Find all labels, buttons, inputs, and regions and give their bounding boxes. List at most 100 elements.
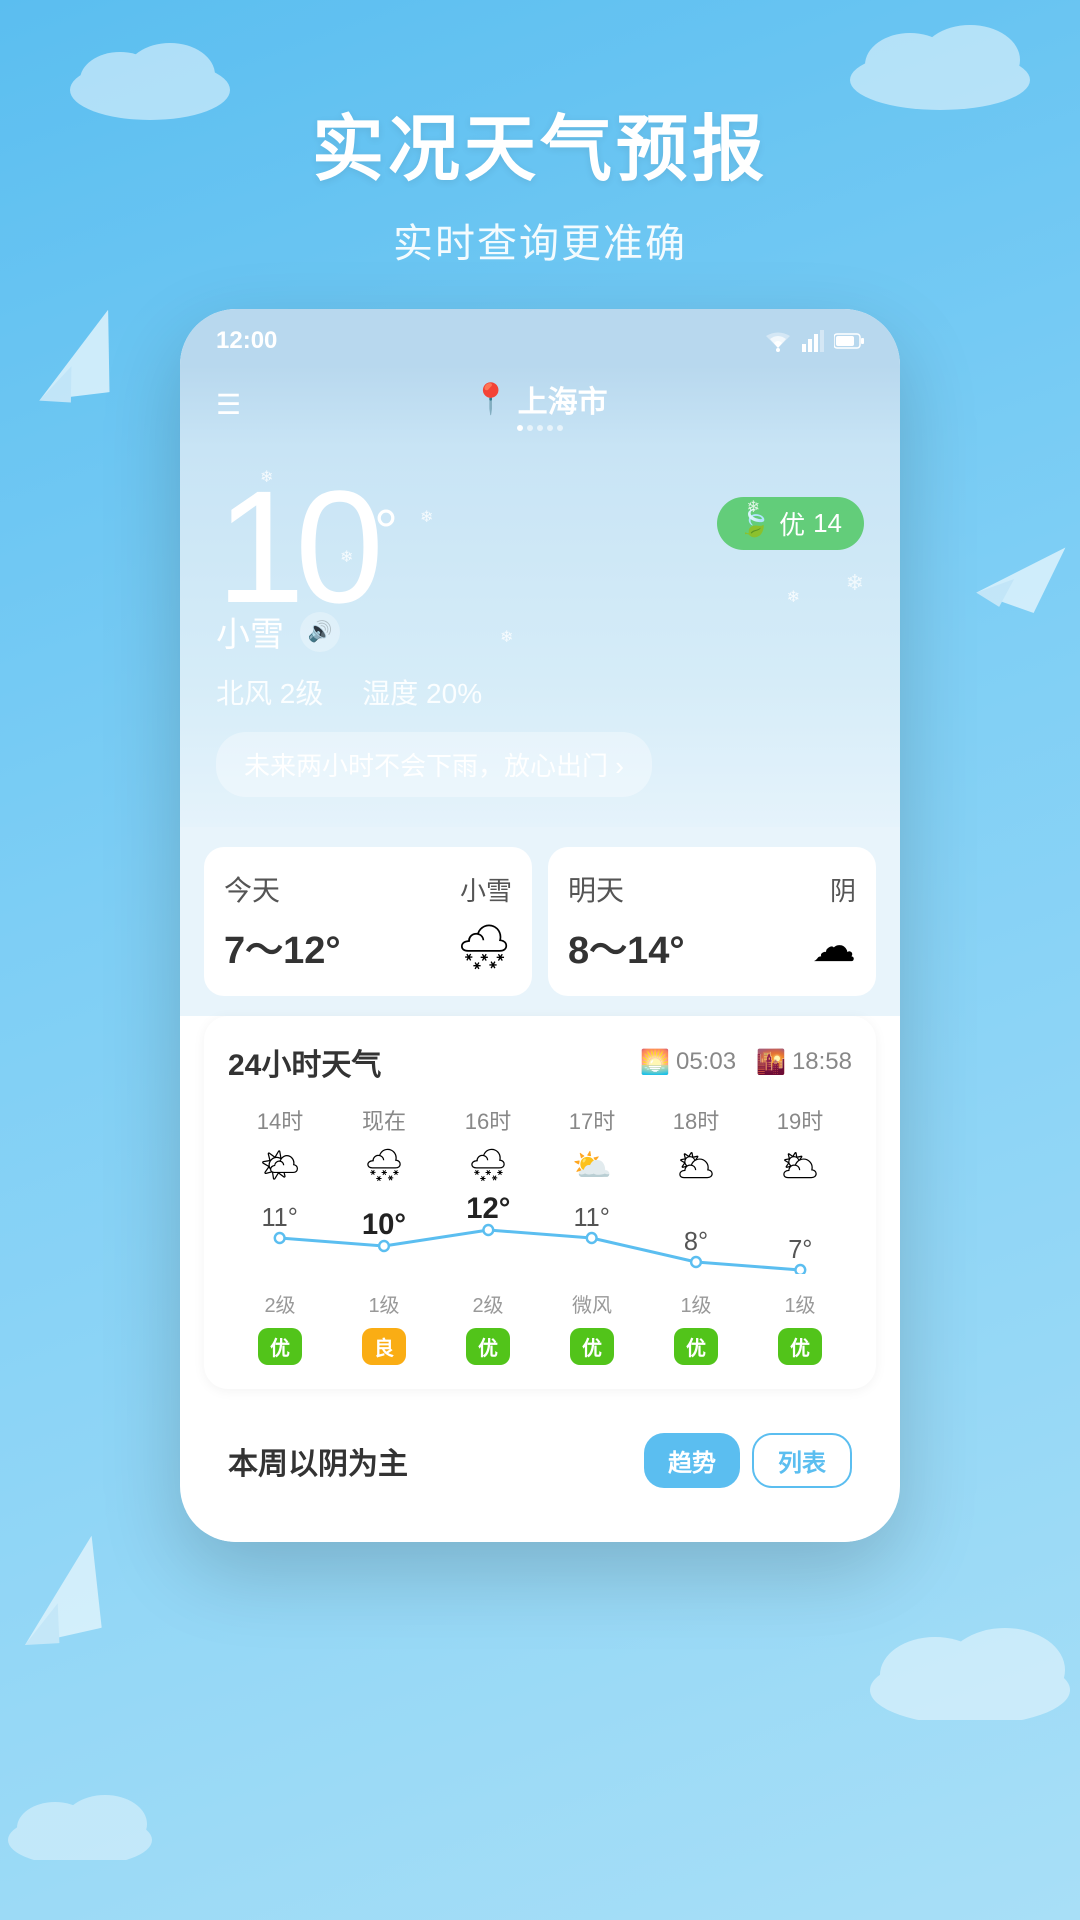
aqi-3: 优 bbox=[570, 1328, 614, 1365]
hour-icon-2: 🌨 bbox=[468, 1146, 509, 1184]
hour-col-0: 14时 🌤 bbox=[228, 1104, 332, 1184]
wifi-icon bbox=[764, 330, 792, 352]
hour-col-3: 17时 ⛅ bbox=[540, 1104, 644, 1184]
forecast-banner[interactable]: 未来两小时不会下雨，放心出门 › bbox=[216, 732, 652, 797]
fc-tomorrow-temp: 8～14° bbox=[568, 919, 685, 974]
aqi-label: 优 bbox=[779, 505, 805, 542]
wind-2: 2级 bbox=[472, 1289, 503, 1318]
week-section: 本周以阴为主 趋势 列表 bbox=[204, 1409, 876, 1512]
week-buttons: 趋势 列表 bbox=[644, 1433, 852, 1488]
wind-5: 1级 bbox=[784, 1289, 815, 1318]
app-header: ☰ 📍 上海市 bbox=[180, 365, 900, 447]
wind-col-1: 1级 良 bbox=[332, 1289, 436, 1365]
sunrise-time: 05:03 bbox=[676, 1048, 736, 1076]
hourly-grid: 14时 🌤 现在 🌨 16时 🌨 17时 ⛅ 18时 🌥 19时 🌥 bbox=[228, 1104, 852, 1184]
wind-4: 1级 bbox=[680, 1289, 711, 1318]
list-button[interactable]: 列表 bbox=[752, 1433, 852, 1488]
snowflake-2: ❄ bbox=[420, 507, 433, 527]
cloud-bottom-left bbox=[0, 1780, 160, 1860]
hour-icon-0: 🌤 bbox=[260, 1146, 301, 1184]
cloud-bottom-right bbox=[860, 1610, 1080, 1720]
svg-text:11°: 11° bbox=[573, 1204, 609, 1232]
weather-main: ❄ ❄ ❄ ❄ ❄ ❄ 10 ° 🍃 优 14 ❄ 小雪 🔊 北 bbox=[180, 447, 900, 827]
hour-label-1: 现在 bbox=[362, 1104, 406, 1136]
sunrise-icon: 🌅 bbox=[640, 1048, 670, 1077]
hour-label-2: 16时 bbox=[465, 1104, 511, 1136]
sunset-item: 🌇 18:58 bbox=[756, 1048, 852, 1077]
fc-tomorrow-label: 明天 bbox=[568, 869, 624, 909]
hour-icon-5: 🌥 bbox=[780, 1146, 821, 1184]
forecast-card-tomorrow: 明天 阴 8～14° ☁ bbox=[548, 847, 876, 996]
weather-desc-row: 小雪 🔊 bbox=[216, 607, 864, 656]
menu-icon[interactable]: ☰ bbox=[216, 388, 241, 421]
headline-sub: 实时查询更准确 bbox=[0, 211, 1080, 269]
sunset-icon: 🌇 bbox=[756, 1048, 786, 1077]
hour-icon-4: 🌥 bbox=[676, 1146, 717, 1184]
degree-symbol: ° bbox=[374, 497, 398, 566]
forecast-row: 今天 小雪 7～12° 🌨 明天 阴 8～14° ☁ bbox=[180, 827, 900, 1016]
snowflake-6: ❄ bbox=[747, 497, 760, 517]
week-header: 本周以阴为主 趋势 列表 bbox=[228, 1433, 852, 1488]
phone-mockup: 12:00 ☰ bbox=[180, 309, 900, 1542]
temp-row: 10 ° 🍃 优 14 ❄ bbox=[216, 467, 864, 627]
hour-col-5: 19时 🌥 bbox=[748, 1104, 852, 1184]
cloud-top-right bbox=[840, 10, 1040, 110]
snowflake-1: ❄ bbox=[260, 467, 273, 487]
hour-icon-1: 🌨 bbox=[364, 1146, 405, 1184]
aqi-area: 🍃 优 14 ❄ bbox=[717, 467, 864, 576]
temp-chart: 11° 10° 12° 11° 8° 7° bbox=[228, 1194, 852, 1274]
status-icons bbox=[764, 330, 864, 352]
location-label: 📍 上海市 bbox=[472, 377, 607, 421]
fc-today-label: 今天 bbox=[224, 869, 280, 909]
snowflake-5: ❄ bbox=[500, 627, 513, 647]
wind-col-0: 2级 优 bbox=[228, 1289, 332, 1365]
aqi-4: 优 bbox=[674, 1328, 718, 1365]
paper-plane-right bbox=[975, 534, 1066, 617]
sound-icon[interactable]: 🔊 bbox=[300, 612, 340, 652]
trend-button[interactable]: 趋势 bbox=[644, 1433, 740, 1488]
fc-tomorrow-icon: ☁ bbox=[812, 921, 856, 972]
dot-3 bbox=[537, 425, 543, 431]
phone-bottom bbox=[180, 1512, 900, 1542]
location-pin-icon: 📍 bbox=[472, 382, 509, 417]
dot-5 bbox=[557, 425, 563, 431]
fc-today-weather: 小雪 bbox=[460, 871, 512, 908]
fc-today-bottom: 7～12° 🌨 bbox=[224, 919, 512, 974]
hour-label-5: 19时 bbox=[777, 1104, 823, 1136]
wind-3: 微风 bbox=[572, 1289, 612, 1318]
fc-today-top: 今天 小雪 bbox=[224, 869, 512, 909]
paper-plane-bottom-left bbox=[0, 1536, 122, 1655]
aqi-value: 14 bbox=[813, 508, 842, 539]
sunrise-item: 🌅 05:03 bbox=[640, 1048, 736, 1077]
wind-info: 北风 2级 bbox=[216, 678, 323, 709]
svg-text:7°: 7° bbox=[788, 1236, 812, 1264]
week-title: 本周以阴为主 bbox=[228, 1439, 408, 1483]
fc-today-temp: 7～12° bbox=[224, 919, 341, 974]
snowflake-3: ❄ bbox=[340, 547, 353, 567]
fc-today-icon: 🌨 bbox=[456, 921, 512, 973]
dot-1 bbox=[517, 425, 523, 431]
aqi-1: 良 bbox=[362, 1328, 406, 1365]
dot-2 bbox=[527, 425, 533, 431]
hour-col-4: 18时 🌥 bbox=[644, 1104, 748, 1184]
fc-tomorrow-weather: 阴 bbox=[830, 871, 856, 908]
location-text: 上海市 bbox=[518, 377, 608, 421]
svg-text:8°: 8° bbox=[684, 1228, 708, 1256]
status-time: 12:00 bbox=[216, 327, 277, 355]
wind-col-2: 2级 优 bbox=[436, 1289, 540, 1365]
snowflake-4: ❄ bbox=[787, 587, 800, 607]
aqi-0: 优 bbox=[258, 1328, 302, 1365]
svg-text:12°: 12° bbox=[466, 1194, 510, 1225]
hourly-title: 24小时天气 bbox=[228, 1040, 381, 1084]
hour-label-0: 14时 bbox=[257, 1104, 303, 1136]
wind-col-5: 1级 优 bbox=[748, 1289, 852, 1365]
hourly-header: 24小时天气 🌅 05:03 🌇 18:58 bbox=[228, 1040, 852, 1084]
dot-4 bbox=[547, 425, 553, 431]
paper-plane-top-left bbox=[21, 310, 129, 411]
wind-aqi-grid: 2级 优 1级 良 2级 优 微风 优 1级 优 1级 优 bbox=[228, 1289, 852, 1365]
wind-col-4: 1级 优 bbox=[644, 1289, 748, 1365]
hour-label-3: 17时 bbox=[569, 1104, 615, 1136]
battery-icon bbox=[834, 333, 864, 349]
aqi-5: 优 bbox=[778, 1328, 822, 1365]
wind-0: 2级 bbox=[264, 1289, 295, 1318]
